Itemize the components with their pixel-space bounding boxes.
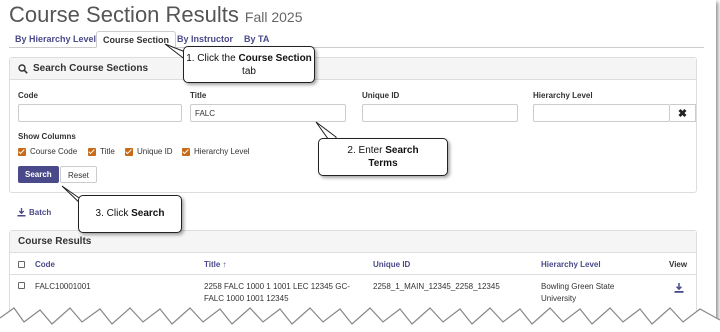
callout-emphasis: Course Section bbox=[238, 53, 312, 64]
callout-step-3: 3. Click Search bbox=[78, 195, 182, 233]
callout-text: 1. Click the bbox=[186, 53, 239, 64]
torn-edge-decoration bbox=[0, 307, 720, 332]
callout-step-2: 2. Enter Search Terms bbox=[318, 138, 448, 176]
callout-step-1: 1. Click the Course Section tab bbox=[183, 46, 315, 83]
callout-text: 2. Enter bbox=[347, 145, 386, 156]
callout-text: tab bbox=[242, 66, 256, 77]
callout-text: 3. Click bbox=[95, 208, 132, 219]
screenshot-frame: Course Section Results Fall 2025 By Hier… bbox=[0, 0, 716, 328]
callout-emphasis: Search bbox=[131, 208, 165, 219]
